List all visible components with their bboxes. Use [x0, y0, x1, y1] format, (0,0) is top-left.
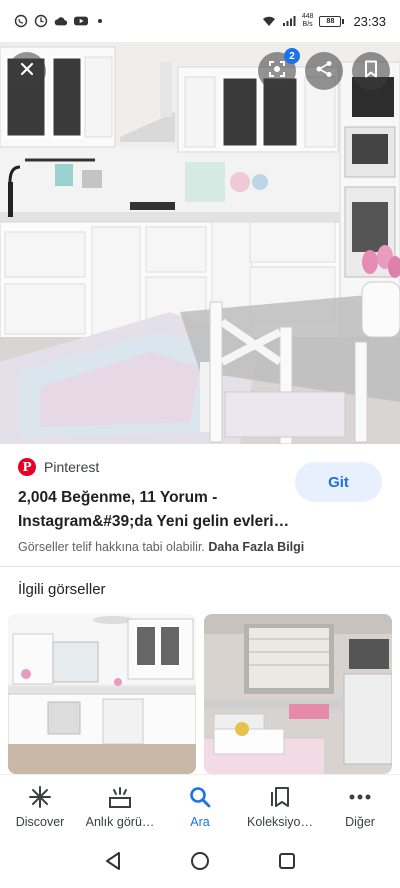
lens-badge: 2 [284, 48, 300, 64]
wifi-icon [262, 14, 276, 28]
share-icon [315, 60, 333, 83]
source-name: Pinterest [44, 459, 100, 475]
youtube-icon [74, 14, 88, 28]
nav-more[interactable]: Diğer [320, 775, 400, 838]
nav-discover-label: Discover [15, 814, 65, 829]
related-image-2-illustration [204, 614, 392, 774]
network-speed: 448 B/s [301, 13, 314, 28]
nav-collections[interactable]: Koleksiyo… [240, 775, 320, 838]
related-image-2[interactable] [204, 614, 392, 774]
clock: 23:33 [353, 13, 386, 29]
nav-updates-label: Anlık görü… [85, 814, 155, 829]
nav-discover[interactable]: Discover [0, 775, 80, 838]
copyright-notice: Görseller telif hakkına tabi olabilir. D… [18, 540, 304, 554]
status-right: 448 B/s 88 23:33 [262, 13, 386, 29]
system-navigation-bar [0, 838, 400, 888]
nav-collections-label: Koleksiyo… [247, 814, 313, 829]
search-icon [187, 785, 213, 809]
close-button[interactable] [8, 52, 46, 90]
sync-icon [34, 14, 48, 28]
updates-icon [107, 785, 133, 809]
recents-icon[interactable] [278, 852, 296, 875]
related-image-1-illustration [8, 614, 196, 774]
cloud-icon [54, 14, 68, 28]
nav-search-label: Ara [190, 814, 210, 829]
lens-icon [267, 59, 287, 84]
source-row[interactable]: P Pinterest [18, 458, 99, 476]
status-left [14, 14, 102, 28]
back-icon[interactable] [104, 851, 122, 876]
whatsapp-icon [14, 14, 28, 28]
notification-dot [98, 19, 102, 23]
bookmark-button[interactable] [352, 52, 390, 90]
more-info-link[interactable]: Daha Fazla Bilgi [208, 540, 304, 554]
kitchen-photo-illustration [0, 42, 400, 444]
nav-more-label: Diğer [345, 814, 375, 829]
close-icon [19, 61, 35, 82]
related-image-1[interactable] [8, 614, 196, 774]
status-bar: 448 B/s 88 23:33 [0, 0, 400, 42]
lens-button[interactable]: 2 [258, 48, 300, 90]
bookmark-icon [364, 60, 378, 83]
kitchen-photo[interactable]: 2 [0, 42, 400, 444]
share-button[interactable] [305, 52, 343, 90]
asterisk-icon [27, 785, 53, 809]
result-title[interactable]: 2,004 Beğenme, 11 Yorum - Instagram&#39;… [18, 486, 290, 534]
collections-icon [267, 785, 293, 809]
visit-button[interactable]: Git [295, 462, 382, 502]
battery-indicator: 88 [319, 15, 345, 27]
pinterest-logo-icon: P [18, 458, 36, 476]
nav-search[interactable]: Ara [160, 775, 240, 838]
nav-updates[interactable]: Anlık görü… [80, 775, 160, 838]
related-images-heading: İlgili görseller [18, 581, 106, 598]
divider [0, 566, 400, 567]
bottom-navigation: Discover Anlık görü… Ara Koleksiyo… Diğe… [0, 774, 400, 838]
more-icon [347, 785, 373, 809]
copyright-text: Görseller telif hakkına tabi olabilir. [18, 540, 205, 554]
signal-icon [282, 14, 296, 28]
home-icon[interactable] [190, 851, 210, 876]
